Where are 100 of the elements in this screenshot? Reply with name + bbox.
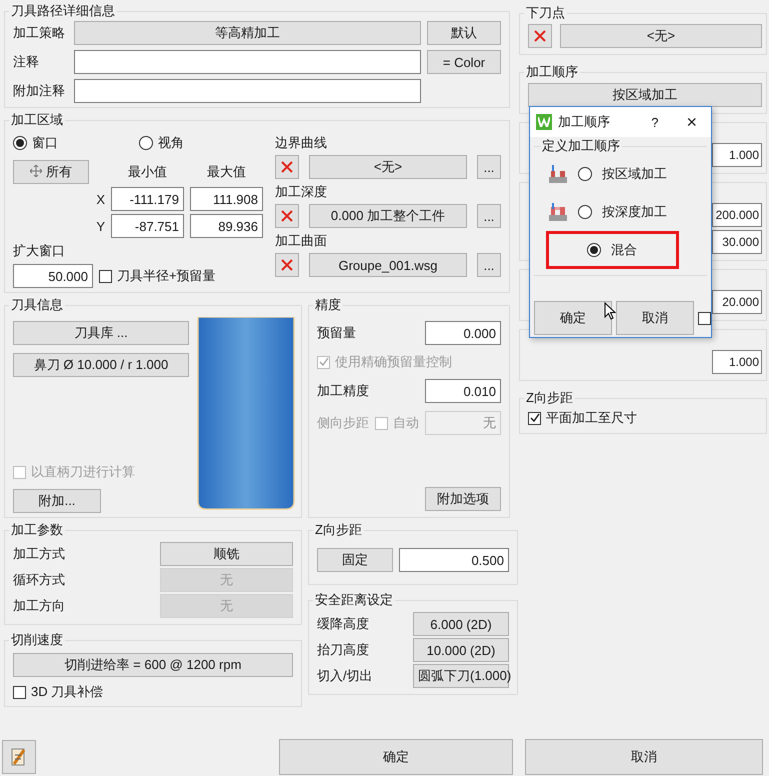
value-button[interactable]: 6.000 (2D)	[413, 612, 509, 636]
checkbox[interactable]	[13, 686, 26, 698]
group-title: 精度	[314, 296, 342, 314]
expand-field[interactable]: 50.000	[13, 264, 93, 288]
move-icon	[30, 165, 42, 177]
field-label: 附加注释	[13, 82, 66, 100]
clear-icon	[281, 161, 293, 173]
picker-button[interactable]: <无>	[560, 24, 762, 48]
max-field[interactable]: 89.936	[190, 214, 263, 238]
clear-button[interactable]	[275, 204, 299, 228]
value-field[interactable]: 30.000	[712, 230, 762, 254]
group-title: Z向步距	[314, 521, 363, 539]
help-button[interactable]: ?	[651, 114, 658, 130]
picker-button[interactable]: 0.000 加工整个工件	[309, 204, 467, 228]
checkbox-label: 以直柄刀进行计算	[31, 463, 135, 481]
axis-label: X	[95, 192, 105, 206]
comment-field[interactable]	[74, 50, 421, 74]
option-button[interactable]: 顺铣	[160, 542, 293, 566]
checkbox[interactable]	[99, 270, 112, 282]
field-label: 预留量	[317, 324, 356, 342]
clear-button[interactable]	[275, 155, 299, 179]
group-title: 切削速度	[10, 631, 64, 649]
checkbox[interactable]	[698, 312, 711, 324]
field-label: 加工策略	[13, 24, 66, 42]
min-field[interactable]: -87.751	[111, 214, 184, 238]
field-label: 侧向步距	[317, 414, 369, 432]
browse-button[interactable]: ...	[477, 155, 501, 179]
picker-button[interactable]: Groupe_001.wsg	[309, 253, 467, 277]
tolerance-field[interactable]: 0.010	[425, 379, 501, 403]
tool-icon-button[interactable]	[2, 740, 36, 774]
browse-button[interactable]: ...	[477, 253, 501, 277]
min-field[interactable]: -111.179	[111, 187, 184, 211]
clear-button[interactable]	[275, 253, 299, 277]
z-step-field[interactable]: 0.500	[399, 548, 509, 572]
tool-library-button[interactable]: 刀具库 ...	[13, 321, 189, 345]
field-label: 加工精度	[317, 382, 369, 400]
max-field[interactable]: 111.908	[190, 187, 263, 211]
group-title: 加工参数	[10, 521, 64, 539]
field-label: 缓降高度	[317, 615, 370, 633]
part-icon	[548, 202, 568, 222]
checkbox-label: 3D 刀具补偿	[31, 683, 104, 701]
radio-label: 混合	[611, 241, 638, 259]
group-title: 加工区域	[10, 111, 64, 129]
dialog-button[interactable]: 确定	[534, 301, 612, 335]
clear-button[interactable]	[528, 24, 552, 48]
order-button[interactable]: 按区域加工	[528, 83, 762, 107]
dialog-button[interactable]: 取消	[616, 301, 694, 335]
close-button[interactable]: ×	[686, 112, 697, 132]
default-button[interactable]: 默认	[427, 21, 501, 45]
checkbox-label: 刀具半径+预留量	[117, 267, 216, 285]
group-title: 刀具路径详细信息	[10, 2, 116, 20]
mode-button[interactable]: 固定	[317, 548, 393, 572]
radio-button[interactable]	[13, 136, 27, 150]
radio-label: 视角	[158, 134, 184, 152]
tool-button[interactable]: 鼻刀 Ø 10.000 / r 1.000	[13, 353, 189, 377]
dialog-title: 加工顺序	[558, 113, 610, 131]
stock-field[interactable]: 0.000	[425, 321, 501, 345]
field-label: 循环方式	[13, 571, 66, 589]
field-label: 加工曲面	[275, 232, 328, 250]
radio-button[interactable]	[139, 136, 153, 150]
all-button[interactable]: 所有	[13, 160, 89, 184]
group-title: 加工顺序	[525, 63, 579, 81]
field-label: 边界曲线	[275, 134, 328, 152]
field-label: 抬刀高度	[317, 641, 370, 659]
clear-icon	[534, 30, 546, 42]
axis-label: Y	[95, 218, 105, 234]
radio-button[interactable]	[578, 205, 592, 219]
value-field[interactable]: 1.000	[712, 143, 762, 167]
ok-button[interactable]: 确定	[279, 739, 513, 775]
options-button[interactable]: 附加选项	[425, 487, 501, 511]
value-field[interactable]: 1.000	[712, 350, 762, 374]
field-label: 注释	[13, 53, 40, 71]
group-title: Z向步距	[525, 389, 574, 407]
field-label: 加工方向	[13, 597, 66, 615]
field-label: 扩大窗口	[13, 242, 66, 260]
field-label: 切入/切出	[317, 667, 374, 685]
value-button[interactable]: 10.000 (2D)	[413, 638, 509, 662]
column-header: 最大值	[206, 163, 247, 181]
checkbox-label: 自动	[393, 414, 419, 432]
value-field[interactable]: 200.000	[712, 203, 762, 227]
radio-button[interactable]	[587, 243, 601, 257]
value-field[interactable]: 20.000	[712, 290, 762, 314]
extra-button[interactable]: 附加...	[13, 489, 101, 513]
value-button[interactable]: 圆弧下刀(1.000)	[413, 664, 509, 688]
column-header: 最小值	[127, 163, 168, 181]
field-label: 加工方式	[13, 545, 66, 563]
part-icon	[548, 164, 568, 184]
browse-button[interactable]: ...	[477, 204, 501, 228]
comment-field[interactable]	[74, 79, 421, 103]
picker-button[interactable]: <无>	[309, 155, 467, 179]
radio-button[interactable]	[578, 167, 592, 181]
cancel-button[interactable]: 取消	[525, 739, 763, 775]
feed-rate-button[interactable]: 切削进给率 = 600 @ 1200 rpm	[13, 653, 293, 677]
checkbox-label: 平面加工至尺寸	[546, 409, 637, 427]
checkbox[interactable]	[528, 412, 541, 424]
radio-label: 窗口	[32, 134, 58, 152]
strategy-button[interactable]: 等高精加工	[74, 21, 421, 45]
color-button[interactable]: = Color	[427, 50, 501, 74]
group-title: 安全距离设定	[314, 591, 394, 609]
clear-icon	[281, 210, 293, 222]
